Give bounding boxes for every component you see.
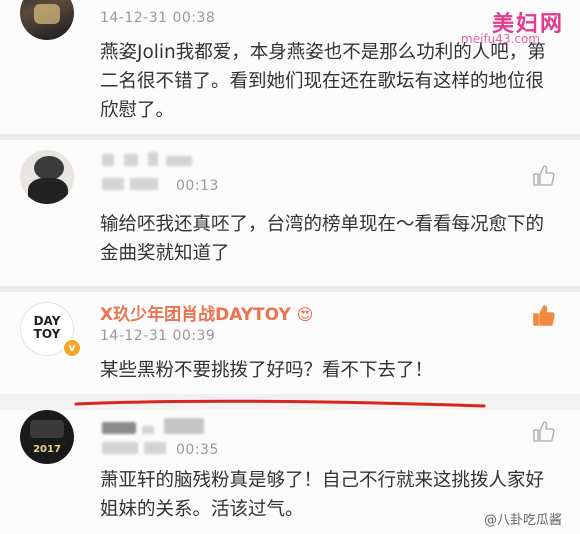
comment-text: 燕姿Jolin我都爱，本身燕姿也不是那么功利的人吧，第二名很不错了。看到她们现在… — [100, 42, 546, 121]
comment-3: DAY TOY v X玖少年团肖战DAYTOY 😍 14-12-31 00:39… — [0, 292, 580, 394]
face-emoji-icon: 😍 — [296, 305, 314, 324]
comment-text: 某些黑粉不要挑拨了好吗？看不下去了！ — [100, 360, 434, 381]
thumbs-up-icon[interactable] — [532, 420, 556, 444]
avatar-logo-text: DAY TOY — [33, 314, 61, 341]
avatar[interactable]: 2017 — [20, 410, 74, 464]
comment-time: 00:35 — [176, 442, 219, 458]
source-watermark: @八卦吃瓜酱 — [483, 513, 562, 528]
comment-time: 14-12-31 00:39 — [100, 328, 216, 344]
watermark-url: meifu43.com — [461, 32, 540, 46]
avatar[interactable] — [20, 150, 74, 204]
avatar[interactable] — [20, 0, 74, 40]
comment-time: 00:13 — [176, 178, 219, 194]
verified-icon: v — [62, 338, 82, 358]
comment-time: 14-12-31 00:38 — [100, 10, 216, 26]
username-text: X玖少年团肖战DAYTOY — [100, 305, 291, 325]
divider — [0, 394, 580, 398]
comment-username[interactable]: X玖少年团肖战DAYTOY 😍 — [100, 300, 313, 325]
comment-2: 00:13 输给呸我还真呸了，台湾的榜单现在～看看每况愈下的金曲奖就知道了 — [0, 140, 580, 286]
avatar-year-text: 2017 — [33, 444, 61, 455]
thumbs-up-icon[interactable] — [532, 304, 556, 328]
thumbs-up-icon[interactable] — [532, 164, 556, 188]
comment-text: 输给呸我还真呸了，台湾的榜单现在～看看每况愈下的金曲奖就知道了 — [100, 214, 545, 264]
